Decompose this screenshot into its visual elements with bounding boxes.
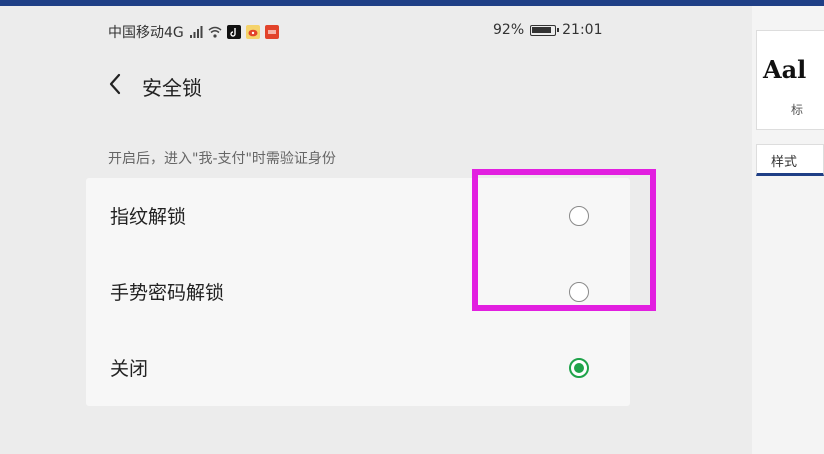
radio-gesture[interactable] [569,282,589,302]
signal-icon [189,26,203,38]
option-label: 指纹解锁 [110,206,187,228]
right-panel: Aal 标 样式 [752,0,824,454]
app-notification-icon [264,25,279,39]
carrier-label: 中国移动4G [108,25,184,41]
wifi-icon [208,26,222,38]
option-off[interactable]: 关闭 [86,330,630,406]
tab-style-label: 样式 [771,155,798,170]
option-label: 关闭 [110,358,149,380]
style-preview-text: Aal [763,55,807,84]
status-right: 92% 21:01 [493,22,602,38]
option-label: 手势密码解锁 [110,282,225,304]
tab-style[interactable]: 样式 [756,144,824,176]
clock: 21:01 [562,22,603,38]
status-bar: 中国移动4G 92% 21:01 [0,18,752,44]
weibo-icon [245,25,260,39]
option-fingerprint[interactable]: 指纹解锁 [86,178,630,254]
battery-icon [530,24,560,36]
hint-text: 开启后，进入"我-支付"时需验证身份 [108,151,336,167]
page-title: 安全锁 [142,76,202,100]
battery-percent: 92% [493,22,525,38]
option-gesture[interactable]: 手势密码解锁 [86,254,630,330]
radio-fingerprint[interactable] [569,206,589,226]
nav-bar: 安全锁 [0,62,752,106]
style-preview-card[interactable]: Aal 标 [756,30,824,130]
right-top-bar [752,0,824,6]
top-bar [0,0,752,6]
phone-screen: 中国移动4G 92% 21:01 安全锁 开启后，进入"我-支付"时需验证身份 … [0,0,752,454]
options-card: 指纹解锁 手势密码解锁 关闭 [86,178,630,406]
chevron-left-icon [109,73,121,95]
status-left: 中国移动4G [108,22,279,42]
style-preview-label: 标 [791,103,804,117]
back-button[interactable] [100,66,130,102]
radio-off[interactable] [569,358,589,378]
tiktok-icon [226,25,241,39]
